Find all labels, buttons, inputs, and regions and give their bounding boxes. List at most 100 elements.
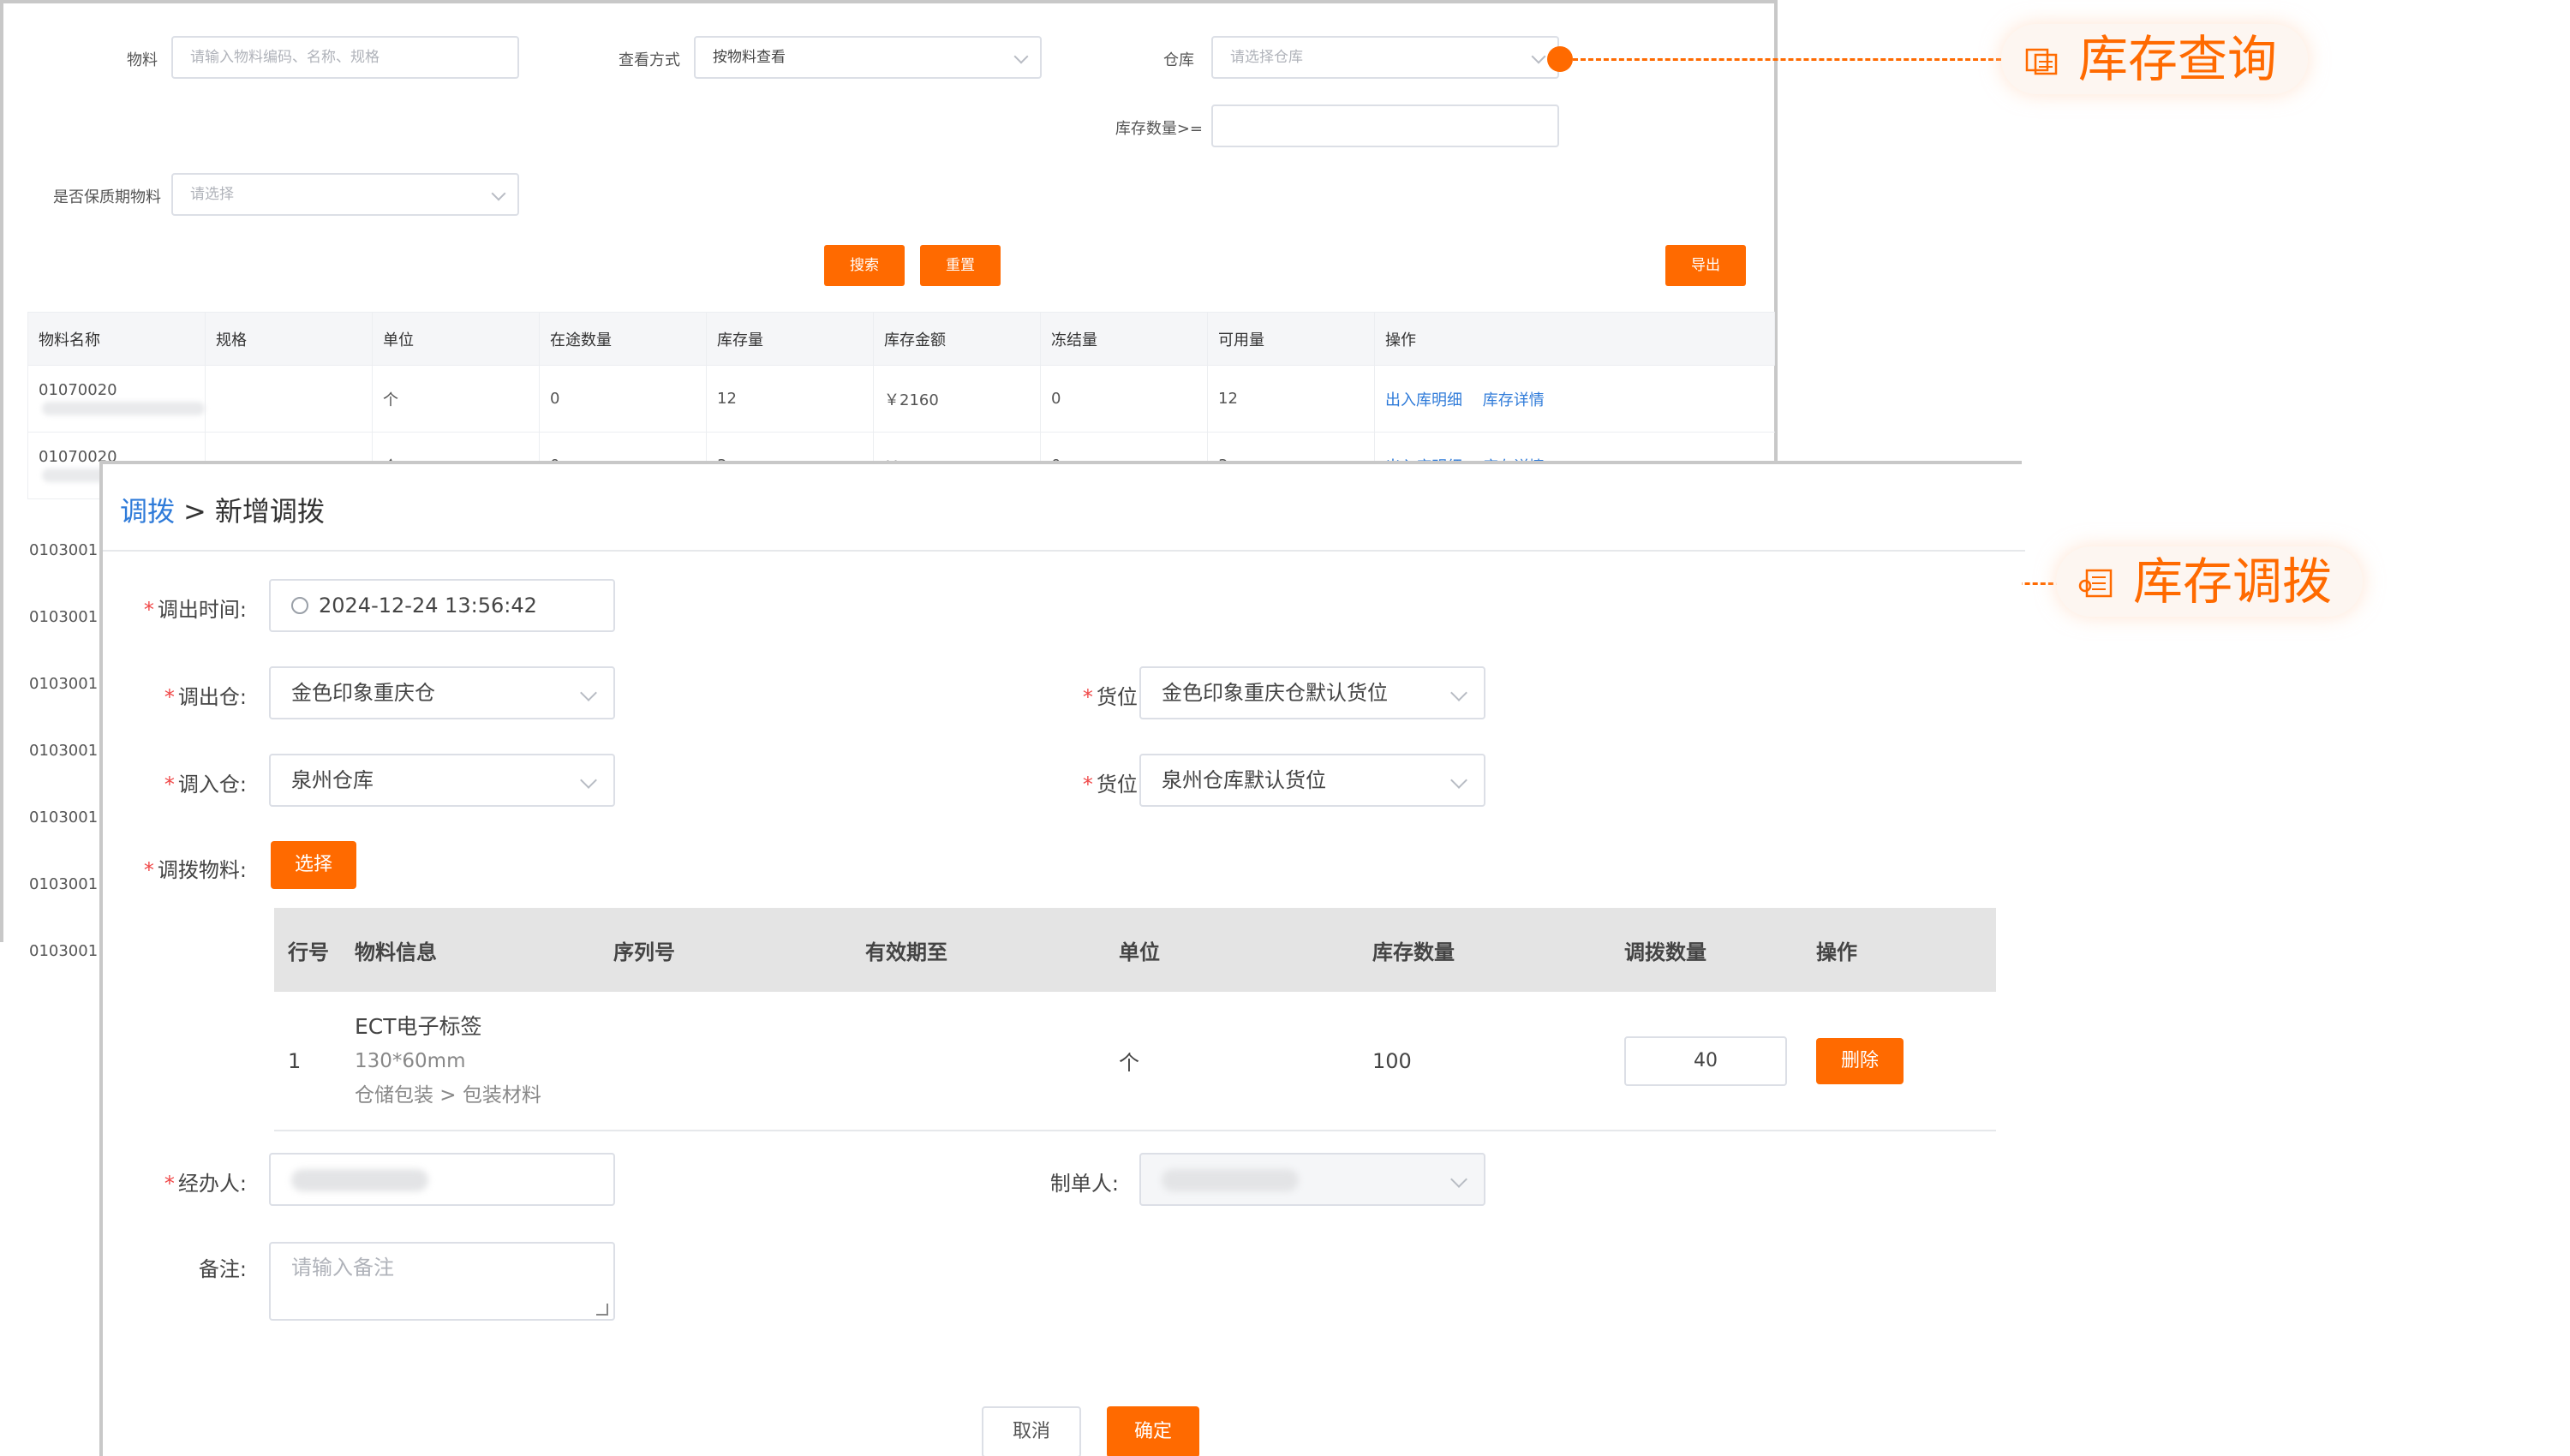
material-code: 0103001	[29, 875, 99, 893]
stock-qty-label: 库存数量>=	[1115, 120, 1203, 138]
out-warehouse-label: * 调出仓:	[164, 685, 247, 709]
material-name: ECT电子标签	[355, 1013, 482, 1039]
table-row: 01070020 个 0 12 ￥2160 0 12 出入库明细 库存详情	[27, 365, 1775, 433]
boxes-icon	[2025, 48, 2058, 75]
warehouse-filter-label: 仓库	[1163, 51, 1194, 69]
out-time-value: 2024-12-24 13:56:42	[319, 594, 537, 618]
spec-cell	[205, 365, 373, 433]
col-material-info: 物料信息	[341, 908, 600, 992]
col-transfer-qty: 调拨数量	[1611, 908, 1802, 992]
chevron-down-icon	[1450, 1171, 1467, 1188]
col-amount: 库存金额	[873, 312, 1041, 366]
view-mode-select[interactable]: 按物料查看	[694, 36, 1042, 79]
stock-detail-link[interactable]: 库存详情	[1483, 391, 1545, 409]
col-actions: 操作	[1374, 312, 1775, 366]
inventory-query-title: 库存查询	[2078, 30, 2278, 88]
cancel-button[interactable]: 取消	[982, 1406, 1081, 1456]
out-location-select[interactable]: 金色印象重庆仓默认货位	[1139, 666, 1485, 719]
out-warehouse-value: 金色印象重庆仓	[291, 681, 435, 705]
shelf-life-placeholder: 请选择	[190, 186, 234, 203]
export-button[interactable]: 导出	[1665, 245, 1746, 286]
remark-label: 备注:	[198, 1257, 247, 1281]
chevron-down-icon	[1450, 684, 1467, 701]
warehouse-select[interactable]: 请选择仓库	[1211, 36, 1559, 79]
resize-handle-icon[interactable]	[596, 1304, 608, 1316]
in-location-select[interactable]: 泉州仓库默认货位	[1139, 754, 1485, 807]
io-detail-link[interactable]: 出入库明细	[1385, 391, 1462, 409]
material-search-input[interactable]: 请输入物料编码、名称、规格	[171, 36, 519, 79]
in-warehouse-select[interactable]: 泉州仓库	[269, 754, 615, 807]
in-location-label: * 货位:	[1082, 773, 1145, 797]
material-code: 0103001	[29, 942, 99, 960]
unit-cell: 个	[372, 365, 540, 433]
breadcrumb-current: 新增调拨	[214, 495, 325, 528]
col-line-no: 行号	[274, 908, 341, 992]
col-actions: 操作	[1802, 908, 1996, 992]
breadcrumb-separator: >	[183, 495, 206, 528]
in-transit-cell: 0	[539, 365, 707, 433]
table-header-row: 行号 物料信息 序列号 有效期至 单位 库存数量 调拨数量 操作	[274, 908, 1996, 992]
annotation-dot	[1547, 46, 1573, 72]
material-code: 0103001	[29, 809, 99, 826]
col-unit: 单位	[372, 312, 540, 366]
material-filter-label: 物料	[127, 51, 158, 69]
material-info-cell: ECT电子标签 130*60mm 仓储包装 > 包装材料	[341, 992, 600, 1131]
creator-label: 制单人:	[1049, 1172, 1119, 1196]
remark-textarea[interactable]: 请输入备注	[269, 1242, 615, 1321]
out-location-value: 金色印象重庆仓默认货位	[1162, 681, 1388, 705]
obscured-material-codes: 0103001 0103001 0103001 0103001 0103001 …	[29, 517, 98, 985]
search-button[interactable]: 搜索	[824, 245, 905, 286]
select-materials-button[interactable]: 选择	[271, 841, 356, 889]
transfer-materials-label: * 调拨物料:	[143, 858, 247, 882]
handler-value-redacted	[291, 1169, 428, 1191]
clock-icon	[291, 597, 308, 614]
available-cell: 12	[1207, 365, 1375, 433]
table-row: 1 ECT电子标签 130*60mm 仓储包装 > 包装材料 个 100 40 …	[274, 992, 1996, 1131]
stock-qty-cell: 100	[1359, 992, 1611, 1131]
inventory-transfer-callout: 库存调拨	[2056, 546, 2364, 617]
material-category: 仓储包装 > 包装材料	[355, 1083, 541, 1107]
remark-placeholder: 请输入备注	[291, 1256, 394, 1280]
chevron-down-icon	[580, 772, 597, 789]
reset-button[interactable]: 重置	[920, 245, 1001, 286]
col-in-transit: 在途数量	[539, 312, 707, 366]
amount-cell: ￥2160	[873, 365, 1041, 433]
in-location-value: 泉州仓库默认货位	[1162, 768, 1326, 792]
line-no-cell: 1	[274, 992, 341, 1131]
creator-select[interactable]	[1139, 1153, 1485, 1206]
col-expiry: 有效期至	[852, 908, 1105, 992]
material-spec: 130*60mm	[355, 1049, 466, 1072]
shelf-life-select[interactable]: 请选择	[171, 173, 519, 216]
inventory-query-callout: 库存查询	[2001, 24, 2309, 94]
transfer-materials-table: 行号 物料信息 序列号 有效期至 单位 库存数量 调拨数量 操作 1 ECT电子…	[274, 908, 1996, 1131]
in-warehouse-label: * 调入仓:	[164, 773, 247, 797]
material-code: 0103001	[29, 742, 99, 760]
chevron-down-icon	[1531, 49, 1546, 64]
handler-input[interactable]	[269, 1153, 615, 1206]
material-code: 0103001	[29, 541, 99, 559]
chevron-down-icon	[580, 684, 597, 701]
col-available: 可用量	[1207, 312, 1375, 366]
view-mode-label: 查看方式	[619, 51, 680, 69]
transfer-qty-input[interactable]: 40	[1624, 1035, 1787, 1086]
col-frozen: 冻结量	[1040, 312, 1208, 366]
stock-qty-input[interactable]	[1211, 104, 1559, 147]
confirm-button[interactable]: 确定	[1107, 1406, 1199, 1456]
actions-cell: 删除	[1802, 992, 1996, 1131]
serial-no-cell	[600, 992, 852, 1131]
new-transfer-window: 调拨 > 新增调拨 * 调出时间: 2024-12-24 13:56:42 * 调出仓:…	[99, 461, 2025, 1456]
delete-row-button[interactable]: 删除	[1816, 1037, 1904, 1084]
col-stock-qty: 库存数量	[1359, 908, 1611, 992]
table-header-row: 物料名称 规格 单位 在途数量 库存量 库存金额 冻结量 可用量 操作	[27, 312, 1775, 366]
material-name-cell: 01070020	[27, 365, 206, 433]
unit-cell: 个	[1105, 992, 1359, 1131]
out-time-picker[interactable]: 2024-12-24 13:56:42	[269, 579, 615, 632]
stock-cell: 12	[706, 365, 874, 433]
material-code: 0103001	[29, 675, 99, 693]
creator-value-redacted	[1162, 1169, 1299, 1191]
out-warehouse-select[interactable]: 金色印象重庆仓	[269, 666, 615, 719]
breadcrumb-transfer-link[interactable]: 调拨	[120, 495, 175, 528]
transfer-icon	[2078, 569, 2113, 598]
chevron-down-icon	[491, 186, 506, 201]
col-stock: 库存量	[706, 312, 874, 366]
